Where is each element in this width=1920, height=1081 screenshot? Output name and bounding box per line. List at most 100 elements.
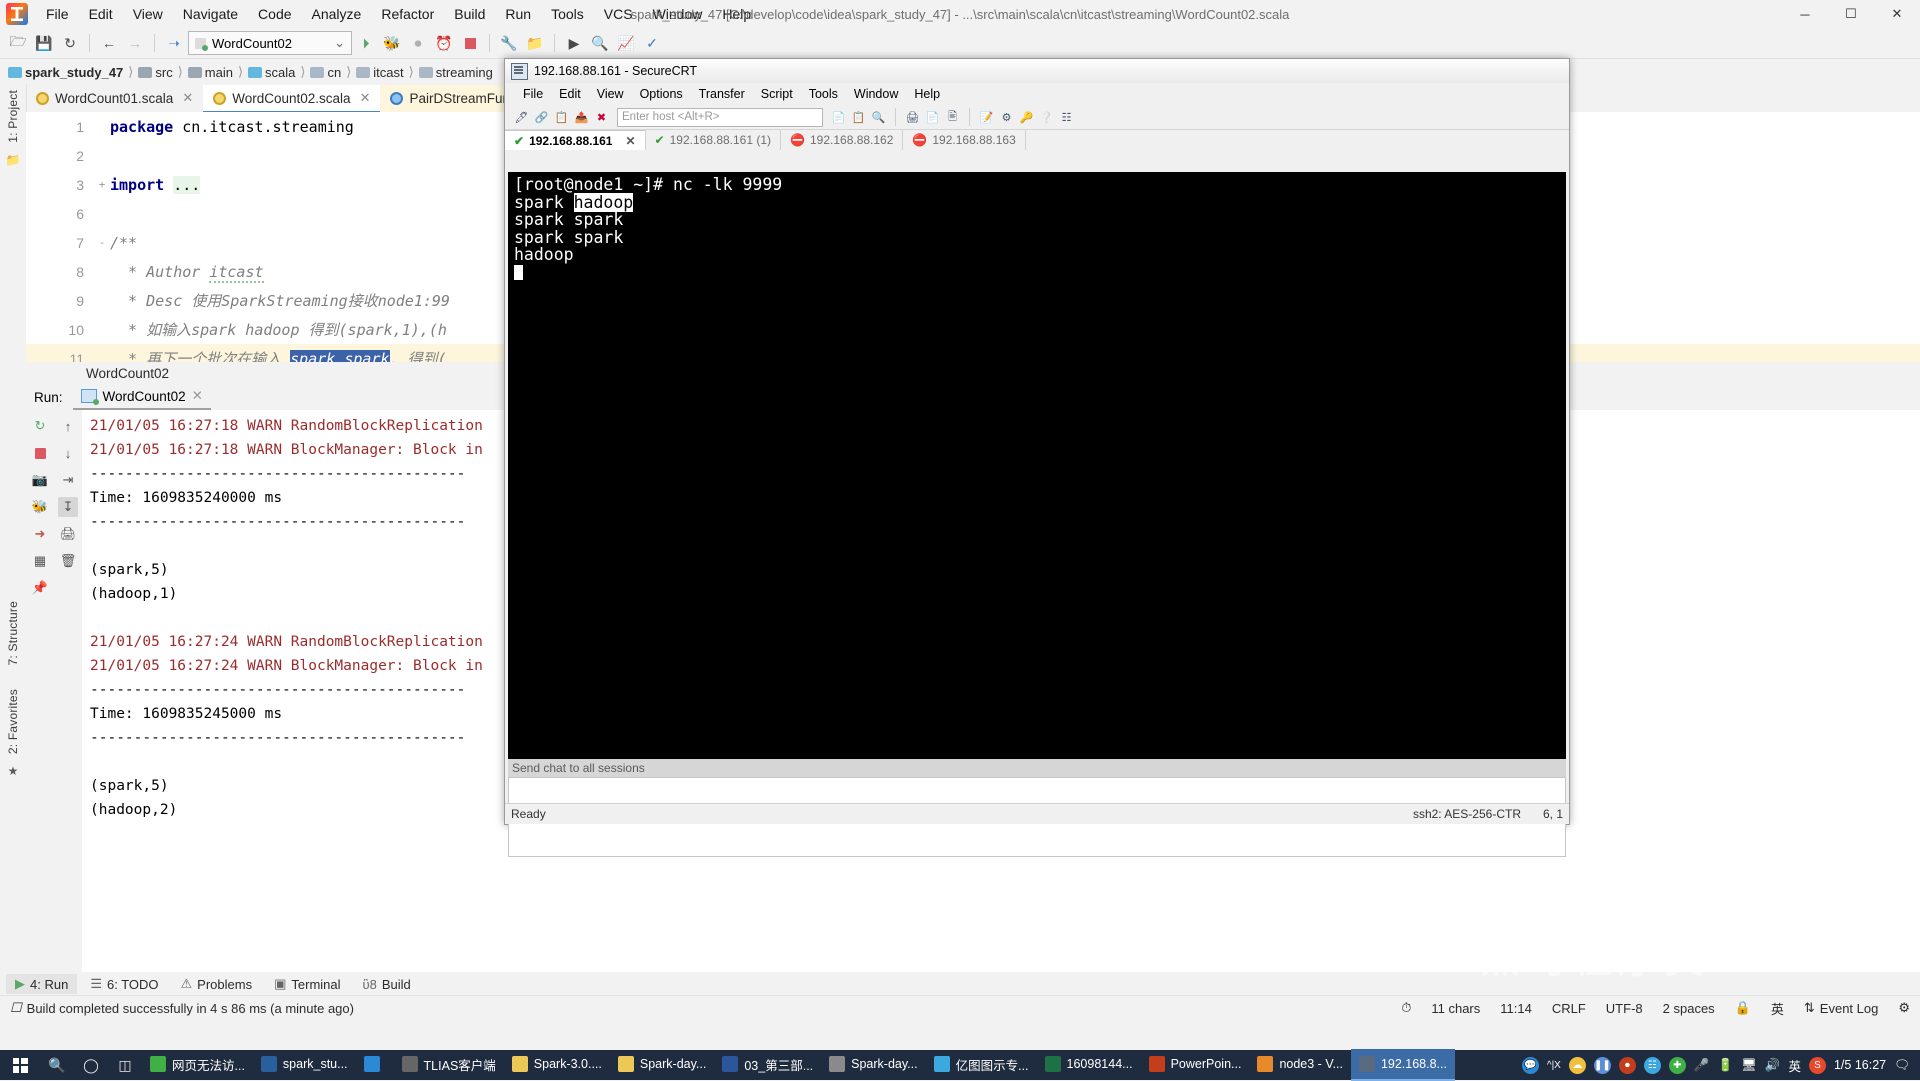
folder-icon[interactable]: 📁 [0, 149, 26, 171]
stop-icon[interactable] [458, 31, 482, 55]
find-icon[interactable]: 🔍 [870, 109, 887, 126]
breadcrumb-item-scala[interactable]: scala [248, 65, 295, 80]
profile-icon[interactable]: ⏰ [432, 31, 456, 55]
bottom-tool-6-todo[interactable]: ☰ 6: TODO [81, 974, 167, 994]
maximize-button[interactable]: ☐ [1828, 0, 1874, 28]
taskbar-item[interactable]: Spark-day... [610, 1049, 714, 1081]
coverage-run-icon[interactable]: ⏺ [406, 31, 430, 55]
menu-help[interactable]: Help [712, 2, 761, 26]
session-options-icon[interactable]: 📝 [978, 109, 995, 126]
wrench-icon[interactable]: 🔧 [497, 31, 521, 55]
terminal-icon[interactable]: ▶ [562, 31, 586, 55]
mic-icon[interactable]: 🎤 [1694, 1058, 1710, 1073]
menu-tools[interactable]: Tools [541, 2, 594, 26]
connect-icon[interactable]: 🔗 [533, 109, 550, 126]
copy-icon[interactable]: 📄 [830, 109, 847, 126]
debug-icon[interactable]: 🐝 [380, 31, 404, 55]
session-tab[interactable]: ✔ 192.168.88.161 (1) [646, 130, 782, 150]
breadcrumb-item-src[interactable]: src [138, 65, 173, 80]
log-session-icon[interactable]: 📄 [924, 109, 941, 126]
run-configuration-selector[interactable]: WordCount02 ⌄ [188, 31, 352, 55]
project-structure-icon[interactable]: 📁 [523, 31, 547, 55]
editor-tab-wordcount02[interactable]: WordCount02.scala ✕ [203, 85, 381, 113]
scroll-up-icon[interactable]: ↑ [58, 416, 78, 436]
minimize-button[interactable]: ─ [1782, 0, 1828, 28]
rerun-icon[interactable]: ↻ [30, 416, 50, 436]
pin-icon[interactable]: 📌 [30, 578, 50, 598]
close-icon[interactable]: ✕ [625, 134, 635, 148]
revert-icon[interactable]: ➝ [162, 31, 186, 55]
taskbar-item[interactable] [356, 1049, 394, 1081]
sidebar-item-structure[interactable]: 7: Structure [6, 601, 20, 665]
ime-bubble-icon[interactable]: 💬 [1521, 1056, 1539, 1074]
editor-tab-wordcount01[interactable]: WordCount01.scala ✕ [26, 85, 204, 113]
taskbar-item[interactable]: 03_第三部... [714, 1049, 821, 1081]
lock-icon[interactable]: 🔒 [1725, 1000, 1761, 1016]
back-arrow-icon[interactable]: ← [97, 31, 121, 55]
gear-icon[interactable]: ⚙ [1888, 1000, 1920, 1016]
breadcrumb-item-project[interactable]: spark_study_47 [8, 65, 123, 80]
global-options-icon[interactable]: ⚙ [998, 109, 1015, 126]
crt-menu-file[interactable]: File [515, 84, 551, 104]
network-icon[interactable]: 🖥 [1741, 1058, 1757, 1073]
search-everywhere-icon[interactable]: 🔍 [588, 31, 612, 55]
camera-icon[interactable]: 📷 [30, 470, 50, 490]
crt-menu-window[interactable]: Window [846, 84, 906, 104]
run-icon[interactable]: ⏵ [354, 31, 378, 55]
caret-position[interactable]: 11:14 [1490, 1001, 1542, 1016]
pause-icon[interactable]: ❚❚ [1593, 1056, 1611, 1074]
bottom-tool-build[interactable]: ὒ8 Build [354, 975, 420, 994]
crt-menu-edit[interactable]: Edit [551, 84, 589, 104]
export-icon[interactable]: ➜ [30, 524, 50, 544]
scroll-down-icon[interactable]: ↓ [58, 443, 78, 463]
taskbar-clock[interactable]: 1/5 16:27 [1834, 1058, 1886, 1072]
sync-icon[interactable]: ↻ [58, 31, 82, 55]
fold-marker[interactable]: - [94, 236, 110, 249]
print-icon[interactable]: 🖨 [904, 109, 921, 126]
taskbar-item[interactable]: Spark-3.0.... [504, 1049, 610, 1081]
run-tab-wordcount02[interactable]: WordCount02 ✕ [72, 384, 211, 410]
search-icon[interactable]: 🔍 [40, 1050, 74, 1080]
task-view-icon[interactable]: ◫ [108, 1050, 142, 1080]
sogou-icon[interactable]: S [1808, 1056, 1826, 1074]
new-session-icon[interactable]: 🖊 [513, 109, 530, 126]
disconnect-icon[interactable]: ✖ [593, 109, 610, 126]
menu-code[interactable]: Code [248, 2, 301, 26]
bottom-tool-problems[interactable]: ⚠ Problems [172, 974, 262, 994]
inspection-gauge-icon[interactable]: ⏱ [1391, 1000, 1421, 1016]
clone-session-icon[interactable]: 📋 [553, 109, 570, 126]
crt-menu-view[interactable]: View [589, 84, 632, 104]
crt-menu-options[interactable]: Options [632, 84, 691, 104]
session-tab[interactable]: ⛔ 192.168.88.163 [903, 130, 1026, 150]
star-icon[interactable]: ★ [0, 760, 26, 782]
taskbar-item[interactable]: node3 - V... [1249, 1049, 1350, 1081]
taskbar-item[interactable]: spark_stu... [253, 1049, 356, 1081]
indent-setting[interactable]: 2 spaces [1653, 1001, 1725, 1016]
stop-icon[interactable] [30, 443, 50, 463]
breadcrumb-item-main[interactable]: main [187, 65, 233, 80]
open-folder-icon[interactable]: 🗁 [6, 31, 30, 55]
file-encoding[interactable]: UTF-8 [1596, 1001, 1653, 1016]
drive-icon[interactable]: ☷ [1643, 1056, 1661, 1074]
taskbar-item[interactable]: 亿图图示专... [926, 1049, 1037, 1081]
soft-wrap-icon[interactable]: ⇥ [58, 470, 78, 490]
menu-run[interactable]: Run [495, 2, 541, 26]
breadcrumb-item-itcast[interactable]: itcast [356, 65, 404, 80]
check-circle-icon[interactable]: ✓ [640, 31, 664, 55]
key-icon[interactable]: 🔑 [1018, 109, 1035, 126]
taskbar-item[interactable]: TLIAS客户端 [394, 1049, 504, 1081]
menu-navigate[interactable]: Navigate [173, 2, 248, 26]
event-log-button[interactable]: ⇅ Event Log [1794, 1000, 1888, 1016]
crt-menu-tools[interactable]: Tools [801, 84, 846, 104]
scroll-to-end-icon[interactable]: ↧ [58, 497, 78, 517]
taskbar-item[interactable]: PowerPoin... [1141, 1049, 1250, 1081]
tile-icon[interactable]: ☷ [1058, 109, 1075, 126]
windows-start-icon[interactable] [0, 1050, 40, 1080]
print-icon[interactable]: 🖨 [58, 524, 78, 544]
print-screen-icon[interactable]: 🖹 [944, 109, 961, 126]
breadcrumb-item-cn[interactable]: cn [310, 65, 341, 80]
breadcrumb-item-streaming[interactable]: streaming [418, 65, 493, 80]
cortana-icon[interactable]: ◯ [74, 1050, 108, 1080]
recorder-icon[interactable]: ⏺ [1618, 1056, 1636, 1074]
close-icon[interactable]: ✕ [182, 90, 193, 106]
